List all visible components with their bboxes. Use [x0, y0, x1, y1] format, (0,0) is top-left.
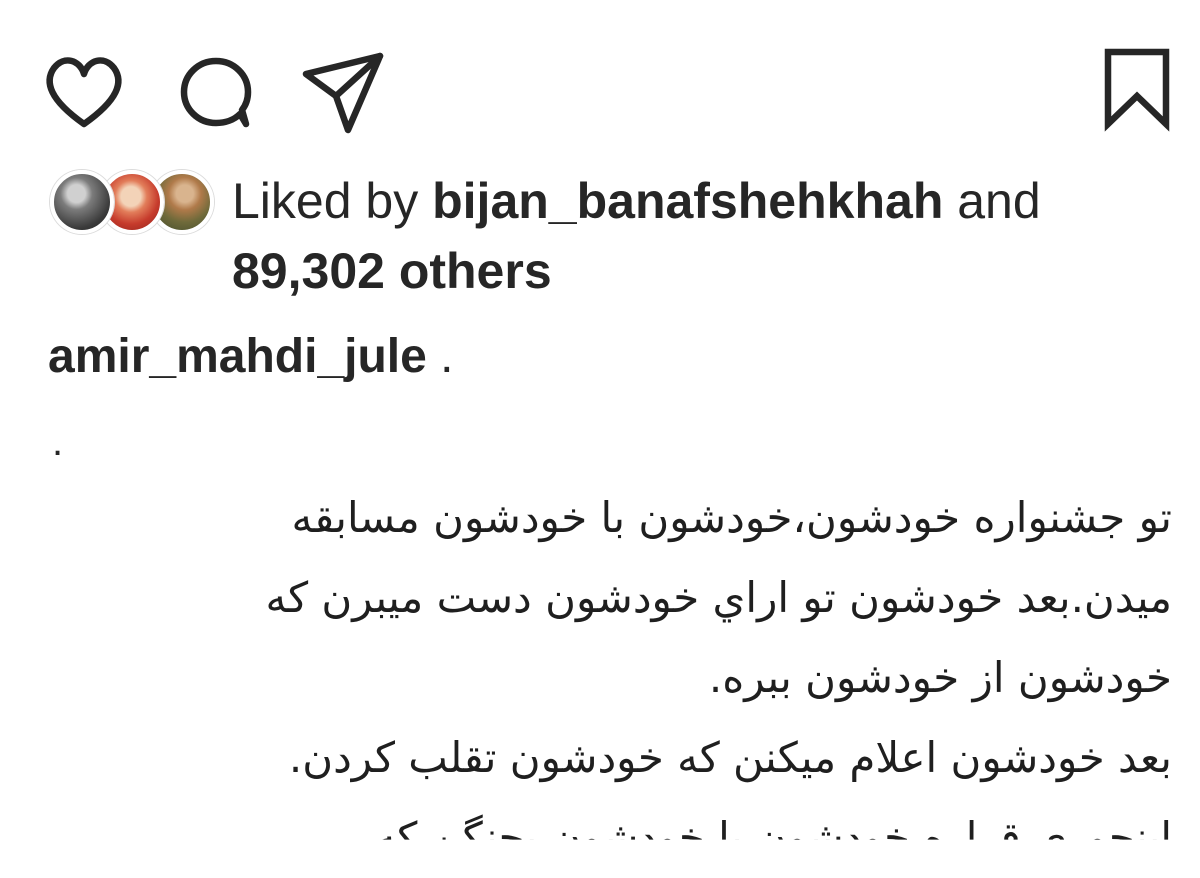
avatar[interactable]: [50, 170, 114, 234]
liked-by-conjunction: and: [943, 173, 1041, 229]
liked-by-text: Liked by bijan_banafshehkhah and 89,302 …: [232, 166, 1162, 306]
caption-line: خودشون از خودشون ببره.: [708, 653, 1172, 702]
share-button[interactable]: [300, 50, 386, 134]
caption-line: میدن.بعد خودشون تو اراي خودشون دست میبرن…: [265, 573, 1172, 622]
caption-separator: .: [426, 330, 454, 383]
paper-plane-icon: [302, 52, 384, 134]
liker-avatars[interactable]: [50, 170, 214, 236]
post-action-bar: [0, 0, 1200, 160]
caption-body: تو جشنواره خودشون،خودشون با خودشون مسابق…: [48, 478, 1172, 878]
like-button[interactable]: [42, 52, 126, 132]
heart-icon: [46, 57, 122, 128]
caption-line: اینجوری قراره خودشون با خودشون بجنگن که: [374, 813, 1172, 862]
save-button[interactable]: [1100, 46, 1174, 132]
liker-username-link[interactable]: bijan_banafshehkhah: [432, 173, 943, 229]
bookmark-icon: [1104, 48, 1170, 132]
post-caption: amir_mahdi_jule . .: [48, 326, 1168, 462]
liked-by-label: Liked by: [232, 173, 433, 229]
comment-button[interactable]: [176, 52, 256, 132]
author-username-link[interactable]: amir_mahdi_jule: [48, 330, 427, 383]
likes-count-link[interactable]: 89,302 others: [232, 243, 552, 299]
caption-line: بعد خودشون اعلام میکنن که خودشون تقلب کر…: [288, 733, 1172, 782]
caption-line: تو جشنواره خودشون،خودشون با خودشون مسابق…: [291, 493, 1172, 542]
caption-dot-line: .: [52, 420, 64, 464]
comment-icon: [180, 57, 252, 128]
caption-header: amir_mahdi_jule .: [48, 326, 1168, 388]
